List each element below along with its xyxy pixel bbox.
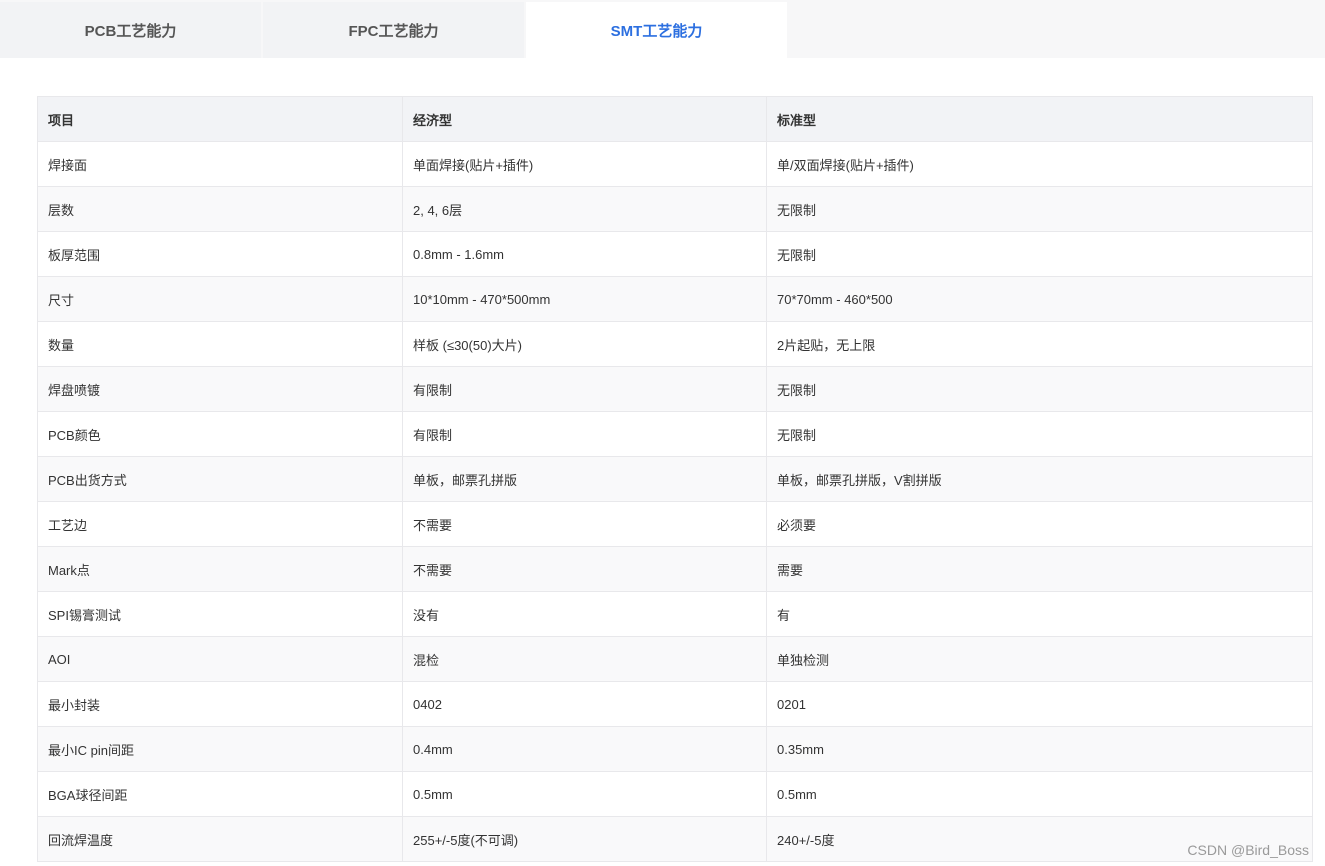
cell-economy: 2, 4, 6层 — [402, 186, 767, 232]
watermark: CSDN @Bird_Boss — [1187, 842, 1309, 858]
cell-item: 回流焊温度 — [37, 816, 403, 862]
cell-standard: 必须要 — [766, 501, 1313, 547]
table-row: SPI锡膏测试 没有有 — [37, 591, 1313, 637]
table-row: BGA球径间距 0.5mm 0.5mm — [37, 771, 1313, 817]
cell-economy: 没有 — [402, 591, 767, 637]
cell-economy: 混检 — [402, 636, 767, 682]
table-header-row: 项目 经济型 标准型 — [37, 96, 1313, 142]
cell-standard: 单/双面焊接(贴片+插件) — [766, 141, 1313, 187]
cell-item: SPI锡膏测试 — [37, 591, 403, 637]
cell-item: PCB出货方式 — [37, 456, 403, 502]
cell-item: PCB颜色 — [37, 411, 403, 457]
cell-standard: 0.35mm — [766, 726, 1313, 772]
cell-standard: 无限制 — [766, 186, 1313, 232]
header-economy: 经济型 — [402, 96, 767, 142]
cell-economy: 单板，邮票孔拼版 — [402, 456, 767, 502]
cell-economy: 不需要 — [402, 501, 767, 547]
cell-economy: 样板 (≤30(50)大片) — [402, 321, 767, 367]
table-row: PCB颜色 有限制 无限制 — [37, 411, 1313, 457]
cell-item: BGA球径间距 — [37, 771, 403, 817]
cell-economy: 不需要 — [402, 546, 767, 592]
cell-economy: 0.5mm — [402, 771, 767, 817]
cell-standard: 需要 — [766, 546, 1313, 592]
cell-economy: 0402 — [402, 681, 767, 727]
cell-economy: 单面焊接(贴片+插件) — [402, 141, 767, 187]
cell-standard: 无限制 — [766, 411, 1313, 457]
table-body: 焊接面 单面焊接(贴片+插件) 单/双面焊接(贴片+插件) 层数 2, 4, 6层 无限制… — [37, 141, 1313, 862]
cell-item: 焊盘喷镀 — [37, 366, 403, 412]
cell-standard: 70*70mm - 460*500 — [766, 276, 1313, 322]
table-row: 焊接面 单面焊接(贴片+插件) 单/双面焊接(贴片+插件) — [37, 141, 1313, 187]
cell-standard: 0201 — [766, 681, 1313, 727]
cell-item: 板厚范围 — [37, 231, 403, 277]
cell-standard: 无限制 — [766, 231, 1313, 277]
table-row: PCB出货方式 单板，邮票孔拼版 单板，邮票孔拼版，V割拼版 — [37, 456, 1313, 502]
header-standard: 标准型 — [766, 96, 1313, 142]
cell-standard: 单独检测 — [766, 636, 1313, 682]
table-row: 层数 2, 4, 6层 无限制 — [37, 186, 1313, 232]
table-row: 最小封装 0402 0201 — [37, 681, 1313, 727]
tab-pcb-capability[interactable]: PCB工艺能力 — [0, 2, 261, 58]
cell-item: AOI — [37, 636, 403, 682]
tab-bar: PCB工艺能力 FPC工艺能力 SMT工艺能力 — [0, 0, 1325, 58]
cell-item: Mark点 — [37, 546, 403, 592]
table-row: AOI 混检 单独检测 — [37, 636, 1313, 682]
cell-standard: 0.5mm — [766, 771, 1313, 817]
cell-item: 焊接面 — [37, 141, 403, 187]
cell-standard: 单板，邮票孔拼版，V割拼版 — [766, 456, 1313, 502]
table-row: 板厚范围 0.8mm - 1.6mm 无限制 — [37, 231, 1313, 277]
tab-smt-capability[interactable]: SMT工艺能力 — [526, 2, 787, 58]
table-row: 回流焊温度 255+/-5度(不可调) 240+/-5度 — [37, 816, 1313, 862]
cell-item: 数量 — [37, 321, 403, 367]
cell-standard: 无限制 — [766, 366, 1313, 412]
table-row: 数量 样板 (≤30(50)大片) 2片起贴，无上限 — [37, 321, 1313, 367]
header-item: 项目 — [37, 96, 403, 142]
table-row: 焊盘喷镀 有限制 无限制 — [37, 366, 1313, 412]
cell-item: 工艺边 — [37, 501, 403, 547]
cell-economy: 10*10mm - 470*500mm — [402, 276, 767, 322]
cell-economy: 有限制 — [402, 411, 767, 457]
table-row: 尺寸 10*10mm - 470*500mm 70*70mm - 460*500 — [37, 276, 1313, 322]
cell-standard: 有 — [766, 591, 1313, 637]
cell-item: 最小IC pin间距 — [37, 726, 403, 772]
table-row: 最小IC pin间距 0.4mm 0.35mm — [37, 726, 1313, 772]
smt-capability-table: 项目 经济型 标准型 焊接面 单面焊接(贴片+插件) 单/双面焊接(贴片+插件) 层数… — [37, 96, 1313, 862]
cell-economy: 有限制 — [402, 366, 767, 412]
cell-standard: 2片起贴，无上限 — [766, 321, 1313, 367]
cell-item: 层数 — [37, 186, 403, 232]
cell-economy: 0.8mm - 1.6mm — [402, 231, 767, 277]
cell-item: 尺寸 — [37, 276, 403, 322]
cell-economy: 0.4mm — [402, 726, 767, 772]
table-row: Mark点 不需要 需要 — [37, 546, 1313, 592]
cell-economy: 255+/-5度(不可调) — [402, 816, 767, 862]
tab-fpc-capability[interactable]: FPC工艺能力 — [263, 2, 524, 58]
table-row: 工艺边 不需要 必须要 — [37, 501, 1313, 547]
cell-item: 最小封装 — [37, 681, 403, 727]
